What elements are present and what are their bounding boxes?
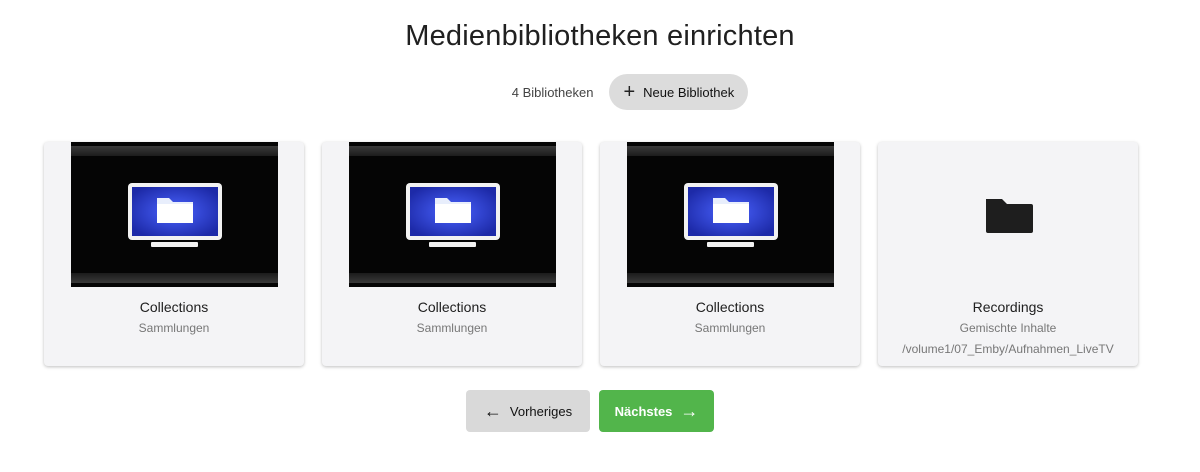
library-card[interactable]: Recordings Gemischte Inhalte /volume1/07… <box>878 142 1138 366</box>
next-label: Nächstes <box>614 403 673 419</box>
library-setup-page: Medienbibliotheken einrichten 4 Biblioth… <box>0 0 1200 472</box>
library-thumbnail <box>349 142 556 287</box>
library-type: Gemischte Inhalte <box>959 321 1057 335</box>
library-title: Collections <box>417 299 487 315</box>
library-title: Collections <box>139 299 209 315</box>
previous-button[interactable]: ← Vorheriges <box>466 390 590 432</box>
arrow-left-icon: ← <box>483 401 502 421</box>
library-thumbnail <box>71 142 278 287</box>
add-library-button[interactable]: + Neue Bibliothek <box>609 74 749 110</box>
library-list: Collections Sammlungen Collections Samml… <box>44 142 1138 366</box>
monitor-folder-icon <box>128 183 222 247</box>
library-card[interactable]: Collections Sammlungen <box>322 142 582 366</box>
plus-icon: + <box>623 81 636 103</box>
library-card[interactable]: Collections Sammlungen <box>44 142 304 366</box>
library-type: Sammlungen <box>416 321 488 335</box>
library-path: /volume1/07_Emby/Aufnahmen_LiveTV <box>902 342 1114 356</box>
page-title: Medienbibliotheken einrichten <box>405 20 795 52</box>
library-thumbnail <box>905 142 1112 287</box>
library-title: Recordings <box>972 299 1044 315</box>
next-button[interactable]: Nächstes → <box>599 390 714 432</box>
folder-icon <box>985 198 1033 233</box>
monitor-folder-icon <box>684 183 778 247</box>
add-library-label: Neue Bibliothek <box>643 84 735 100</box>
library-title: Collections <box>695 299 765 315</box>
library-card[interactable]: Collections Sammlungen <box>600 142 860 366</box>
arrow-right-icon: → <box>680 401 699 421</box>
library-type: Sammlungen <box>694 321 766 335</box>
library-toolbar: 4 Bibliotheken + Neue Bibliothek <box>0 74 1200 110</box>
previous-label: Vorheriges <box>509 403 573 419</box>
library-thumbnail <box>627 142 834 287</box>
library-type: Sammlungen <box>138 321 210 335</box>
wizard-navigation: ← Vorheriges Nächstes → <box>466 390 714 432</box>
monitor-folder-icon <box>406 183 500 247</box>
library-count: 4 Bibliotheken <box>511 84 594 100</box>
